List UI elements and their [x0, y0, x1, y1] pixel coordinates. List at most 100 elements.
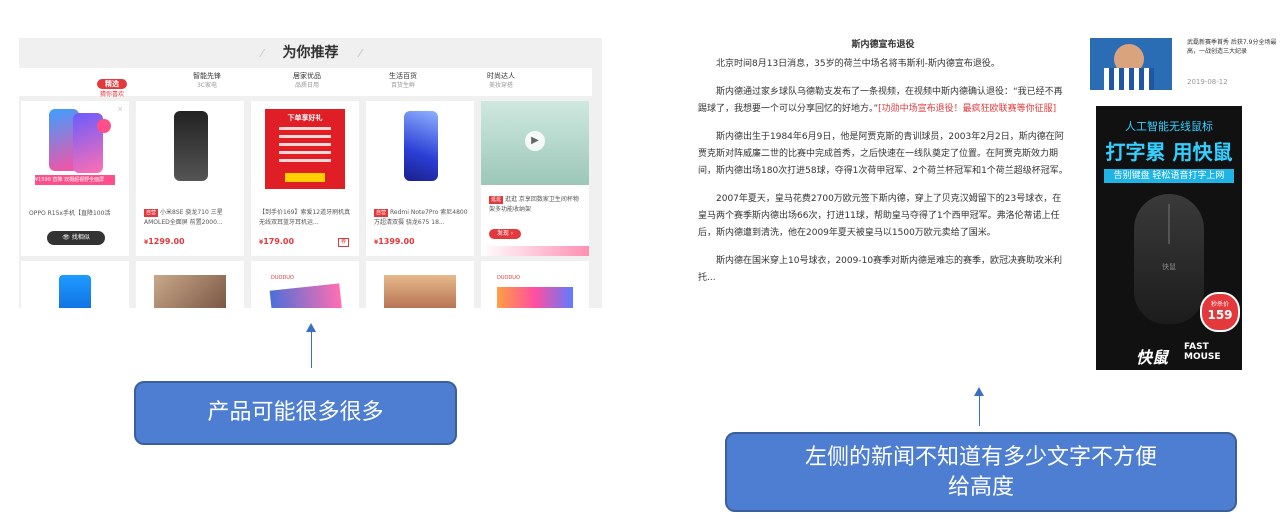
promo-text: 直降 双摄超视野全面屏 [52, 177, 105, 183]
news-headline: 斯内德宣布退役 [851, 40, 915, 50]
badge-price: 159 [1207, 308, 1233, 322]
news-paragraph: 斯内德在国米穿上10号球衣，2009-10赛季对斯内德是难忘的赛季，欧冠决赛助攻… [698, 256, 1063, 283]
news-paragraph: 北京时间8月13日消息，35岁的荷兰中场名将韦斯利-斯内德宣布退役。 [716, 59, 1000, 69]
tab-sublabel: 美妆穿搭 [488, 82, 513, 89]
price-badge: 秒杀价 159 [1200, 292, 1240, 332]
tab-home[interactable]: 居家优品 品质日用 [267, 71, 347, 90]
product-title: 自营 Redmi Note7Pro 索尼4800万超清双摄 骁龙675 18... [374, 208, 468, 228]
button-label: 发现 [496, 230, 509, 237]
product-card[interactable]: DUODUO [481, 261, 589, 308]
brand-en-2: MOUSE [1184, 352, 1221, 362]
tab-label: 精选 [97, 79, 127, 89]
badge-label: 秒杀价 [1210, 301, 1229, 308]
browse-tag: 逛逛 [489, 196, 504, 204]
tab-label: 生活百货 [389, 72, 417, 80]
product-image [497, 287, 573, 308]
discount-badge-icon [97, 119, 111, 133]
arrow-up-icon [311, 328, 312, 368]
product-title: 逛逛 逛逛 京享回数家卫生间杯物架多功能收纳架 [489, 195, 583, 215]
product-image: 下单享好礼 [265, 109, 345, 189]
product-image: ▶ [481, 101, 589, 185]
product-card[interactable] [366, 261, 474, 308]
recommend-title: 为你推荐 [282, 45, 339, 61]
ad-line3: 告别键盘 轻松语音打字上网 [1104, 169, 1234, 183]
news-thumbnail [1090, 38, 1172, 90]
side-news-item[interactable]: 武磊新赛季首秀 后获7.9分全场最高，一战创造三大纪录 2019-08-12 [1090, 38, 1280, 100]
product-image [380, 109, 460, 189]
product-price: ¥1399.00 [374, 237, 415, 246]
find-similar-button[interactable]: 👁 找相似 [47, 231, 105, 245]
promo-strip: ¥1599 直降 双摄超视野全面屏 [35, 175, 115, 185]
decorative-strip [481, 246, 589, 256]
play-icon[interactable]: ▶ [525, 131, 545, 151]
tab-sublabel: 3C家电 [196, 82, 217, 89]
recommend-header: ⁄⁄ 为你推荐 ⁄⁄ [19, 38, 602, 68]
product-card[interactable]: 自营 小米8SE 骁龙710 三星AMOLED全面屏 前置2000... ¥129… [136, 101, 244, 256]
side-news-text: 武磊新赛季首秀 后获7.9分全场最高，一战创造三大纪录 [1187, 39, 1277, 55]
mouse-logo: 快鼠 [1162, 263, 1176, 271]
callout-news: 左侧的新闻不知道有多少文字不方便 给高度 [725, 432, 1237, 512]
promo-text: 下单享好礼 [287, 114, 323, 122]
product-image [269, 283, 343, 308]
product-title: OPPO R15x手机【直降100活 [29, 210, 111, 217]
tab-label: 智能先锋 [193, 72, 221, 80]
ad-banner[interactable]: 人工智能无线鼠标 打字累 用快鼠 告别键盘 轻松语音打字上网 快鼠 秒杀价 15… [1096, 106, 1242, 370]
arrow-up-icon [979, 392, 980, 426]
product-image [154, 275, 226, 308]
product-card[interactable]: 自营 Redmi Note7Pro 索尼4800万超清双摄 骁龙675 18...… [366, 101, 474, 256]
news-paragraph: 2007年夏天，皇马花费2700万欧元签下斯内德，穿上了贝克汉姆留下的23号球衣… [698, 194, 1062, 238]
product-card[interactable]: DUODUO [251, 261, 359, 308]
news-article: 斯内德宣布退役 北京时间8月13日消息，35岁的荷兰中场名将韦斯利-斯内德宣布退… [698, 38, 1068, 370]
brand-en-1: FAST [1184, 342, 1209, 352]
tab-label: 时尚达人 [487, 72, 515, 80]
callout-products: 产品可能很多很多 [134, 381, 457, 445]
button-label: 找相似 [71, 234, 90, 241]
product-card[interactable] [136, 261, 244, 308]
arrow-head-icon [306, 323, 316, 332]
brand-logo: 快鼠 [1136, 348, 1169, 367]
tab-sublabel: 百货生鲜 [390, 82, 415, 89]
callout-text: 产品可能很多很多 [207, 400, 384, 425]
tab-fashion[interactable]: 时尚达人 美妆穿搭 [461, 71, 541, 90]
brand-label: DUODUO [271, 275, 294, 281]
price-value: 1299.00 [148, 237, 185, 246]
news-promo-link[interactable]: [功勋中场宣布退役！最疯狂欧联赛等你征服] [878, 104, 1056, 114]
category-tabs: 精选 猜你喜欢 智能先锋 3C家电 居家优品 品质日用 生活百货 百货生鲜 时尚… [19, 68, 592, 99]
tab-featured[interactable]: 精选 猜你喜欢 [72, 71, 152, 99]
self-operated-tag: 自营 [144, 209, 159, 217]
price-value: 1399.00 [378, 237, 415, 246]
product-price: ¥179.00 [259, 237, 295, 246]
news-paragraph: 斯内德通过家乡球队乌德勒支发布了一条视频，在视频中斯内德确认退役：“我已经不再踢… [698, 84, 1068, 118]
product-title: 【到手价169】索爱12道牙刷机真无线双耳蓝牙耳机运... [259, 209, 351, 226]
product-image: ¥1599 直降 双摄超视野全面屏 [35, 109, 115, 189]
mouse-image: 快鼠 [1134, 194, 1204, 324]
ad-line1: 人工智能无线鼠标 [1125, 120, 1213, 133]
product-card[interactable] [21, 261, 129, 308]
news-paragraph: 斯内德出生于1984年6月9日，他是阿贾克斯的青训球员，2003年2月2日，斯内… [698, 132, 1068, 176]
tab-label: 居家优品 [293, 72, 321, 80]
tab-sublabel: 猜你喜欢 [99, 91, 124, 98]
discover-button[interactable]: 发现 › [489, 229, 521, 239]
tab-sublabel: 品质日用 [294, 82, 319, 89]
product-image [384, 275, 456, 308]
close-icon[interactable]: × [117, 105, 123, 113]
tab-daily[interactable]: 生活百货 百货生鲜 [363, 71, 443, 90]
tab-smart[interactable]: 智能先锋 3C家电 [167, 71, 247, 90]
product-card[interactable]: × ¥1599 直降 双摄超视野全面屏 OPPO R15x手机【直降100活 👁… [21, 101, 129, 256]
side-news-date: 2019-08-12 [1187, 78, 1228, 86]
price-value: 179.00 [263, 237, 295, 246]
recommend-panel: ⁄⁄ 为你推荐 ⁄⁄ 精选 猜你喜欢 智能先锋 3C家电 居家优品 品质日用 生… [19, 38, 602, 308]
product-card[interactable]: ▶ 逛逛 逛逛 京享回数家卫生间杯物架多功能收纳架 发现 › [481, 101, 589, 256]
self-operated-tag: 自营 [374, 209, 389, 217]
badge-price: ¥1599 [35, 177, 51, 183]
product-card[interactable]: 下单享好礼 【到手价169】索爱12道牙刷机真无线双耳蓝牙耳机运... ¥179… [251, 101, 359, 256]
product-image [59, 275, 91, 308]
product-price: ¥1299.00 [144, 237, 185, 246]
callout-text-line1: 左侧的新闻不知道有多少文字不方便 [804, 445, 1157, 470]
product-image [150, 109, 230, 189]
product-title: 自营 小米8SE 骁龙710 三星AMOLED全面屏 前置2000... [144, 208, 238, 228]
brand-label: DUODUO [497, 275, 520, 281]
coupon-badge[interactable]: 券 [337, 238, 349, 247]
product-title-text: Redmi Note7Pro 索尼4800万超清双摄 骁龙675 18... [374, 209, 468, 226]
arrow-head-icon [974, 387, 984, 396]
